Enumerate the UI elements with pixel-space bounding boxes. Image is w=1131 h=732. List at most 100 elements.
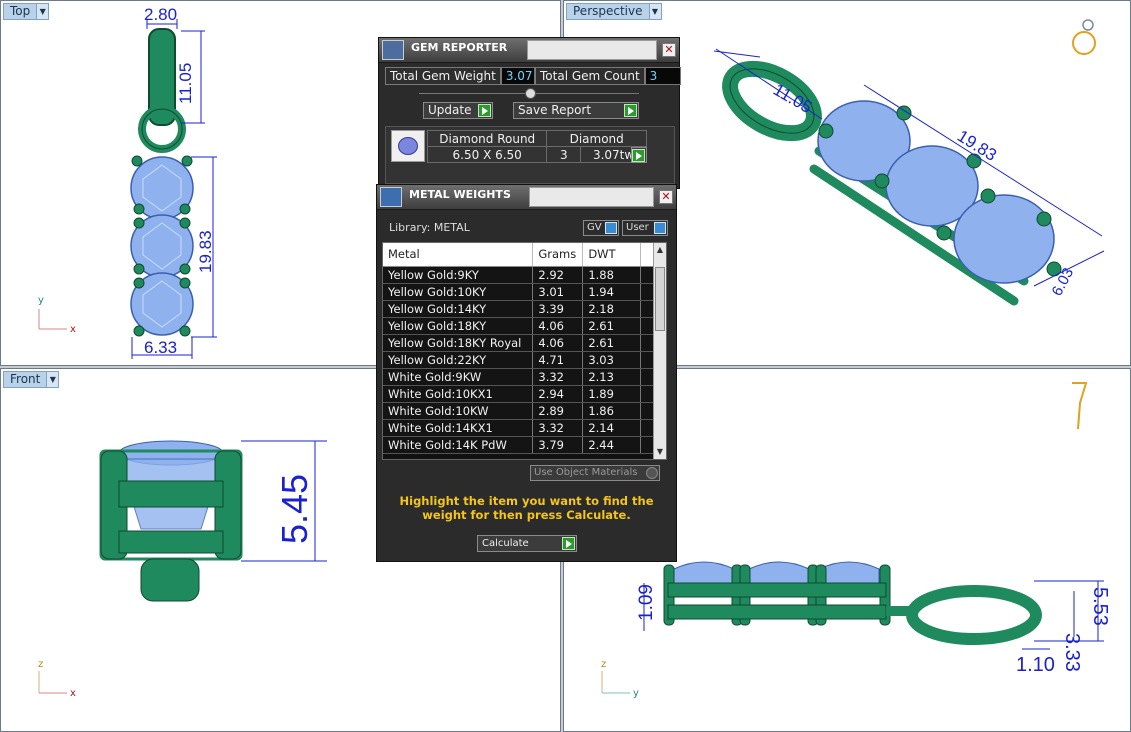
axis-label-x: x [70,688,76,699]
dim-ring-width: 2.80 [144,5,177,24]
metal-dwt: 3.03 [582,351,642,369]
play-icon [478,104,491,117]
table-row[interactable]: White Gold:10KW 2.89 1.86 [383,402,655,420]
save-report-button[interactable]: Save Report [513,102,639,119]
gem-shape: Diamond Round [426,130,548,147]
table-row[interactable]: White Gold:14K PdW 3.79 2.44 [383,436,655,454]
update-label: Update [428,103,472,117]
scroll-up-icon[interactable]: ▲ [656,245,664,255]
dim-stone-width: 6.33 [144,338,177,357]
axis-label-z: z [601,659,606,670]
dim-right-a: 3.33 [1061,633,1083,672]
calculate-button[interactable]: Calculate [477,535,577,552]
metal-table-container[interactable]: Metal Grams DWT Yellow Gold:9KY 2.92 1.88 Y… [382,242,667,460]
user-label: User [626,222,649,233]
metal-grams: 4.06 [532,317,584,335]
metal-weights-icon [380,187,402,207]
user-button[interactable]: User [622,220,668,236]
metal-dwt: 2.14 [582,419,642,437]
metal-rows: Yellow Gold:9KY 2.92 1.88 Yellow Gold:10KY 3… [383,266,655,454]
axis-label-x: x [70,324,76,335]
metal-weights-titlebar[interactable]: METAL WEIGHTS ✕ [377,185,676,210]
title-strip [529,187,654,207]
metal-dwt: 2.61 [582,317,642,335]
gem-count: 3 [546,146,582,163]
metal-dwt: 1.89 [582,385,642,403]
metal-grams: 4.71 [532,351,584,369]
table-row[interactable]: Yellow Gold:14KY 3.39 2.18 [383,300,655,318]
update-button[interactable]: Update [423,102,493,119]
gv-label: GV [587,222,602,233]
table-row[interactable]: White Gold:9KW 3.32 2.13 [383,368,655,386]
metal-dwt: 2.61 [582,334,642,352]
metal-grams: 2.89 [532,402,584,420]
gem-reporter-title: GEM REPORTER [411,41,508,54]
metal-grams: 2.94 [532,385,584,403]
dim-right-b: 5.53 [1089,587,1111,626]
metal-table: Metal Grams DWT Yellow Gold:9KY 2.92 1.88 Y… [383,243,655,454]
metal-grams: 3.32 [532,368,584,386]
use-object-materials-button[interactable]: Use Object Materials [530,465,660,481]
table-row[interactable]: Yellow Gold:22KY 4.71 3.03 [383,351,655,369]
gem-reporter-titlebar[interactable]: GEM REPORTER ✕ [379,38,679,63]
gem-table: Diamond Round Diamond 6.50 X 6.50 3 3.07… [426,130,647,163]
gem-reporter-icon [382,40,404,60]
metal-table-scrollbar[interactable]: ▲ ▼ [653,243,666,459]
metal-dwt: 1.94 [582,283,642,301]
axis-label-y: y [38,295,44,306]
table-row[interactable]: Yellow Gold:9KY 2.92 1.88 [383,266,655,284]
table-row[interactable]: Yellow Gold:18KY 4.06 2.61 [383,317,655,335]
table-row[interactable]: Yellow Gold:10KY 3.01 1.94 [383,283,655,301]
total-weight-value: 3.07 [500,67,535,85]
round-diamond-icon[interactable] [391,130,425,162]
metal-name: Yellow Gold:18KY Royal [383,334,534,352]
dim-stones-length: 19.83 [196,230,215,273]
metal-name: Yellow Gold:10KY [383,283,534,301]
dim-right-left: 1.09 [636,584,657,621]
gv-button[interactable]: GV [583,220,619,236]
save-report-label: Save Report [518,103,592,117]
axis-label-z: z [38,659,43,670]
metal-weights-panel: METAL WEIGHTS ✕ Library: METAL GV User M… [376,184,677,562]
dim-perspective-bail: 11.05 [770,80,815,117]
use-object-materials-label: Use Object Materials [534,467,638,478]
dim-right-c: 1.10 [1016,654,1055,676]
col-dwt[interactable]: DWT [582,243,642,267]
metal-name: White Gold:9KW [383,368,534,386]
instruction-message: Highlight the item you want to find the … [399,494,654,522]
metal-name: White Gold:10KX1 [383,385,534,403]
metal-dwt: 2.18 [582,300,642,318]
table-row[interactable]: Yellow Gold:18KY Royal 4.06 2.61 [383,334,655,352]
table-row[interactable]: White Gold:14KX1 3.32 2.14 [383,419,655,437]
metal-name: White Gold:10KW [383,402,534,420]
gem-reporter-panel: GEM REPORTER ✕ Total Gem Weight 3.07 Tot… [378,37,681,189]
metal-grams: 2.92 [532,266,584,284]
metal-grams: 3.39 [532,300,584,318]
play-icon [632,149,645,162]
col-metal[interactable]: Metal [383,243,534,267]
metal-name: White Gold:14K PdW [383,436,534,454]
metal-name: Yellow Gold:9KY [383,266,534,284]
close-icon[interactable]: ✕ [659,190,673,204]
dim-front-height: 5.45 [274,474,315,544]
metal-table-header: Metal Grams DWT [383,243,655,267]
collapse-icon[interactable] [525,88,536,99]
gem-row[interactable]: 6.50 X 6.50 3 3.07tw [426,146,647,163]
col-grams[interactable]: Grams [532,243,584,267]
metal-dwt: 1.86 [582,402,642,420]
scroll-thumb[interactable] [655,267,665,331]
table-row[interactable]: White Gold:10KX1 2.94 1.89 [383,385,655,403]
total-weight-label: Total Gem Weight [385,67,501,85]
play-icon [624,104,637,117]
gem-details-button[interactable] [631,147,647,163]
metal-weights-title: METAL WEIGHTS [409,188,511,201]
scroll-down-icon[interactable]: ▼ [656,447,664,457]
metal-name: Yellow Gold:22KY [383,351,534,369]
gem-icon[interactable] [1068,379,1092,433]
gem-row[interactable]: Diamond Round Diamond [426,130,647,147]
metal-grams: 3.01 [532,283,584,301]
ring-icon[interactable] [1070,17,1100,57]
metal-grams: 4.06 [532,334,584,352]
toggle-icon [605,222,617,234]
close-icon[interactable]: ✕ [662,43,676,57]
